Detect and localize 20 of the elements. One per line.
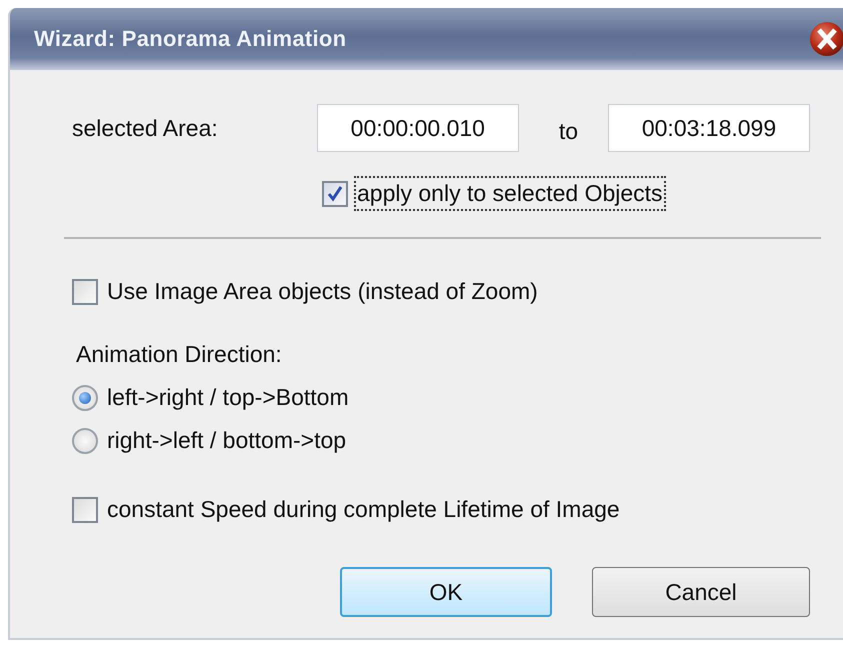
- checkbox-label: constant Speed during complete Lifetime of Image: [106, 495, 621, 524]
- window-title: Wizard: Panorama Animation: [34, 26, 346, 52]
- radio-label: left->right / top->Bottom: [106, 383, 350, 412]
- radio-button[interactable]: [72, 428, 98, 454]
- ok-button[interactable]: OK: [340, 567, 552, 617]
- checkbox-label: apply only to selected Objects: [356, 178, 664, 209]
- checkbox[interactable]: [322, 180, 348, 206]
- start-time-field[interactable]: 00:00:00.010: [316, 104, 519, 152]
- range-label: selected Area:: [72, 114, 219, 142]
- end-time-field[interactable]: 00:03:18.099: [608, 104, 810, 152]
- close-icon[interactable]: [809, 21, 843, 57]
- direction-label: Animation Direction:: [76, 341, 282, 368]
- checkmark-icon: [326, 184, 344, 202]
- checkbox[interactable]: [72, 496, 98, 522]
- checkbox-label: Use Image Area objects (instead of Zoom): [106, 277, 539, 306]
- radio-label: right->left / bottom->top: [106, 426, 348, 455]
- radio-button[interactable]: [72, 384, 98, 410]
- checkbox[interactable]: [72, 278, 98, 304]
- cancel-button[interactable]: Cancel: [592, 567, 810, 617]
- separator-label: to: [558, 118, 578, 144]
